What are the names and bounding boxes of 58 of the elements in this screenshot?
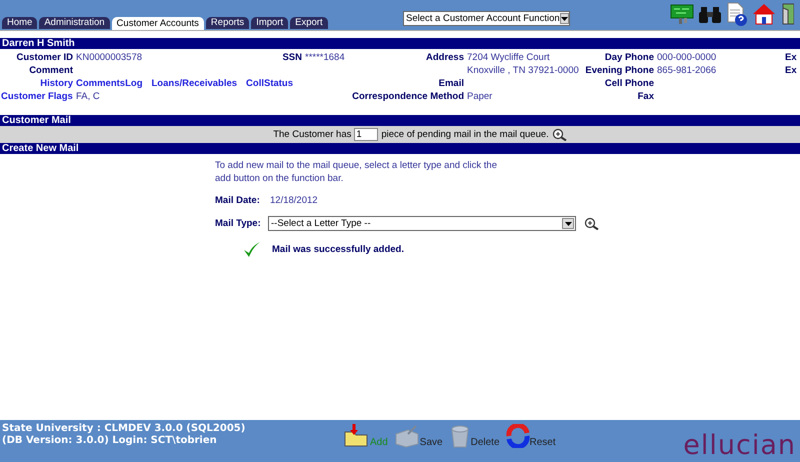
nav-tab[interactable]: Customer Accounts [112,17,204,30]
success-message: Mail was successfully added. [272,244,404,255]
function-button[interactable]: Reset [506,424,556,448]
trash-can-icon [448,424,471,448]
field-value: 865-981-2066 [657,64,718,77]
nav-tab[interactable]: Reports [206,17,250,29]
account-link[interactable]: CommentsLog [76,77,142,90]
field-value: Knoxville , TN 37921-0000 [467,64,580,77]
field-label: Evening Phone [584,64,655,77]
field-label: Customer ID [16,51,74,64]
history-link[interactable]: History [0,77,76,90]
field-label: Ex [785,64,798,77]
field-label: Cell Phone [604,77,655,90]
folder-icon [344,424,370,448]
field-value: 7204 Wycliffe Court [467,51,551,64]
field-value: *****1684 [305,51,346,64]
customer-name-header: Darren H Smith [0,38,800,49]
exit-door-icon[interactable] [780,2,794,26]
field-label: Mail Type: [215,218,262,229]
field-value: 000-000-0000 [657,51,718,64]
section-header: Create New Mail [0,143,800,154]
nav-tab[interactable]: Administration [39,17,110,29]
field-label: Day Phone [604,51,655,64]
field-label: Address [424,51,465,64]
field-label: SSN [281,51,303,64]
field-label: Fax [636,90,655,103]
status-text: State University : CLMDEV 3.0.0 (SQL2005) [2,423,246,435]
logo-text: ellucian [683,430,796,461]
field-label: Email [438,77,465,90]
account-link[interactable]: Loans/Receivables [152,77,238,90]
field-value: Paper [467,90,494,103]
mail-date-value: 12/18/2012 [270,195,318,206]
home-icon[interactable] [752,3,776,25]
nav-tab[interactable]: Export [290,17,328,29]
mail-type-select[interactable]: --Select a Letter Type -- [268,216,576,231]
field-label: Comment [28,64,74,77]
field-label: Ex [785,51,798,64]
mail-count-field[interactable]: 1 [354,128,378,141]
pending-mail-text: piece of pending mail in the mail queue. [381,129,549,140]
account-link[interactable]: CollStatus [246,77,294,90]
field-value: KN0000003578 [76,51,144,64]
pending-mail-text: The Customer has [273,129,352,140]
nav-tab[interactable]: Import [251,17,288,29]
customer-flags-link[interactable]: Customer Flags [0,90,76,103]
instructions-text: To add new mail to the mail queue, select a letter type and click the add button on the function bar. [215,159,498,185]
field-label: Mail Date: [215,195,261,206]
search-icon[interactable] [584,217,599,230]
binoculars-icon[interactable] [698,4,722,24]
help-document-icon[interactable] [726,2,748,26]
nav-tab[interactable]: Home [2,17,38,29]
search-icon[interactable] [552,128,567,141]
field-label: Correspondence Method [351,90,465,103]
field-value: FA, C [76,90,101,103]
circular-arrows-icon [506,424,530,448]
function-select[interactable]: Select a Customer Account Function [403,11,570,26]
checkmark-icon [243,241,261,258]
section-header: Customer Mail [0,115,800,126]
status-text: (DB Version: 3.0.0) Login: SCT\tobrien [2,435,218,447]
